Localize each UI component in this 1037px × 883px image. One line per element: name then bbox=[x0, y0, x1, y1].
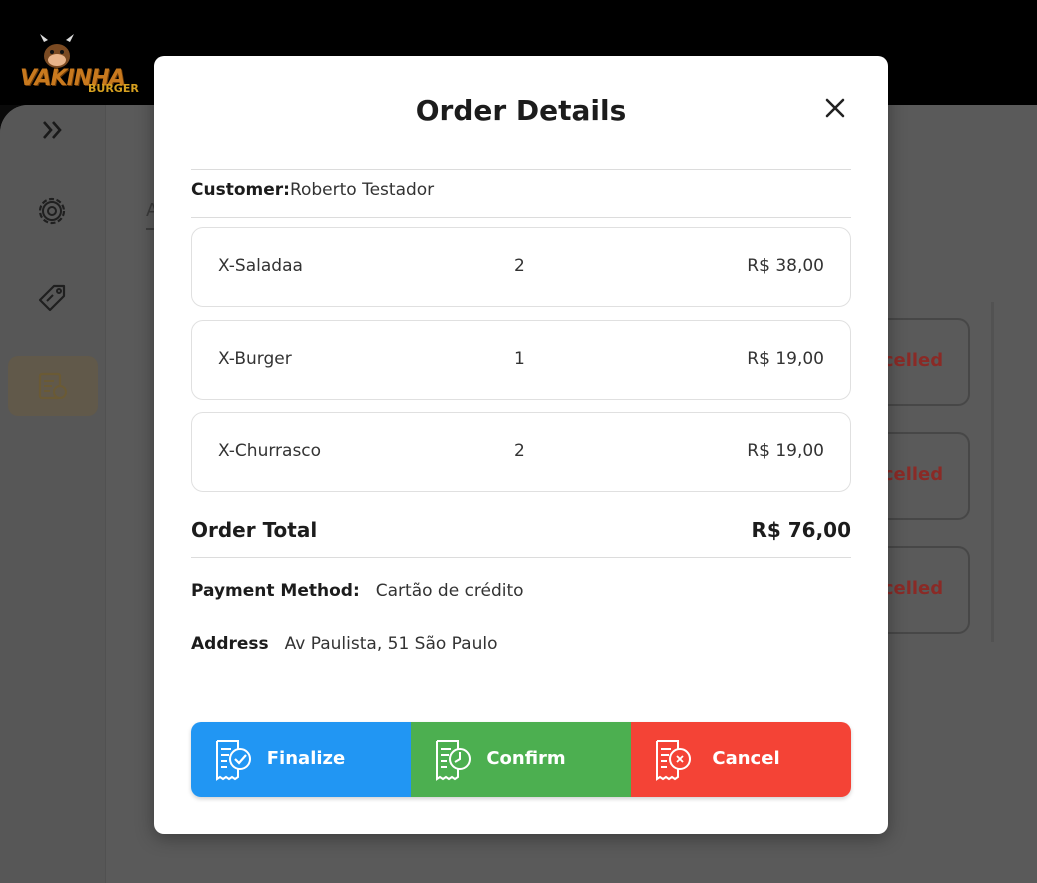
payment-method-row: Payment Method: Cartão de crédito bbox=[191, 581, 524, 601]
order-details-modal: Order Details Customer:Roberto Testador … bbox=[154, 56, 888, 834]
order-total-row: Order Total R$ 76,00 bbox=[191, 518, 851, 542]
logo-subtext: BURGER bbox=[88, 82, 139, 95]
order-total-label: Order Total bbox=[191, 518, 318, 542]
customer-row: Customer:Roberto Testador bbox=[191, 180, 434, 200]
order-item-card: X-Burger 1 R$ 19,00 bbox=[191, 320, 851, 400]
settings-icon[interactable] bbox=[34, 193, 70, 229]
cancel-button-label: Cancel bbox=[712, 748, 780, 769]
app-logo: VAKINHA BURGER bbox=[18, 32, 150, 100]
address-value: Av Paulista, 51 São Paulo bbox=[284, 634, 498, 654]
item-name: X-Saladaa bbox=[218, 256, 303, 276]
close-icon[interactable] bbox=[823, 96, 847, 120]
divider bbox=[191, 217, 851, 218]
address-label: Address bbox=[191, 634, 269, 654]
tag-icon[interactable] bbox=[34, 280, 70, 316]
item-price: R$ 19,00 bbox=[747, 349, 824, 369]
item-price: R$ 38,00 bbox=[747, 256, 824, 276]
double-chevron-right-icon[interactable] bbox=[40, 118, 66, 142]
confirm-button-label: Confirm bbox=[486, 748, 566, 769]
finalize-button[interactable]: Finalize bbox=[191, 722, 411, 797]
order-item-card: X-Churrasco 2 R$ 19,00 bbox=[191, 412, 851, 492]
item-name: X-Burger bbox=[218, 349, 292, 369]
customer-name: Roberto Testador bbox=[289, 180, 435, 200]
order-action-buttons: Finalize Confirm Cancel bbox=[191, 722, 851, 797]
modal-title: Order Details bbox=[415, 94, 627, 127]
item-name: X-Churrasco bbox=[218, 441, 322, 461]
address-row: Address Av Paulista, 51 São Paulo bbox=[191, 634, 497, 654]
order-total-value: R$ 76,00 bbox=[751, 518, 851, 542]
item-quantity: 2 bbox=[514, 441, 525, 461]
divider bbox=[191, 557, 851, 558]
item-price: R$ 19,00 bbox=[747, 441, 824, 461]
item-quantity: 2 bbox=[514, 256, 525, 276]
finalize-button-label: Finalize bbox=[266, 748, 346, 769]
confirm-button[interactable]: Confirm bbox=[411, 722, 631, 797]
payment-method-value: Cartão de crédito bbox=[375, 581, 524, 601]
divider bbox=[191, 169, 851, 170]
orders-icon bbox=[38, 372, 67, 400]
item-quantity: 1 bbox=[514, 349, 525, 369]
cancel-button[interactable]: Cancel bbox=[631, 722, 851, 797]
payment-method-label: Payment Method: bbox=[191, 581, 360, 601]
customer-label: Customer: bbox=[191, 180, 290, 200]
order-item-card: X-Saladaa 2 R$ 38,00 bbox=[191, 227, 851, 307]
